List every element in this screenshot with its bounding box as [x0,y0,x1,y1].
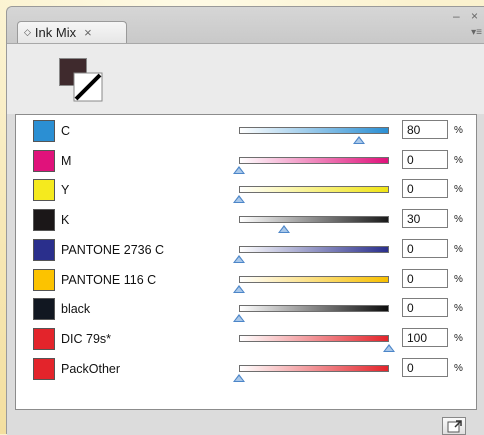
ink-row: Y 0% [16,176,476,205]
ink-row: PANTONE 2736 C 0% [16,236,476,265]
ink-slider-thumb[interactable] [233,284,245,293]
percent-label: % [454,154,463,166]
new-swatch-button[interactable] [442,417,466,435]
ink-slider-thumb[interactable] [233,195,245,204]
ink-slider-thumb[interactable] [233,314,245,323]
ink-swatch [33,298,55,321]
ink-swatch [33,268,55,291]
ink-row: PANTONE 116 C 0% [16,266,476,295]
ink-swatch [33,149,55,172]
ink-slider-track[interactable] [239,275,389,283]
ink-slider-track[interactable] [239,334,389,342]
ink-slider-thumb[interactable] [383,343,395,352]
ink-slider-track[interactable] [239,127,389,134]
ink-value-field[interactable]: 0 [402,149,448,169]
panel-menu-icon[interactable]: ▾≡ [471,27,482,38]
ink-name: PANTONE 2736 C [61,242,165,257]
ink-row: black 0% [16,295,476,324]
ink-value-field[interactable]: 0 [402,179,448,199]
ink-value-field[interactable]: 80 [402,120,448,139]
percent-label: % [454,125,463,136]
ink-row: DIC 79s* 100% [16,325,476,354]
percent-label: % [454,332,463,344]
ink-slider-thumb[interactable] [233,373,245,382]
ink-slider-track[interactable] [239,364,389,372]
panel-tab-bar: ◇ Ink Mix × – × ▾≡ [7,7,484,44]
ink-slider-thumb[interactable] [233,165,245,174]
tab-label: Ink Mix [34,25,77,40]
ink-slider-track[interactable] [239,186,389,194]
ink-name: DIC 79s* [61,331,112,346]
ink-row: C 80% [16,117,476,146]
ink-name: Y [61,183,70,198]
ink-value-field[interactable]: 100 [402,327,448,347]
ink-name: PackOther [61,361,121,376]
ink-name: M [61,153,72,168]
percent-label: % [454,303,463,315]
ink-value-field[interactable]: 0 [402,298,448,318]
collapse-diamond-icon[interactable]: ◇ [24,27,31,38]
ink-name: K [61,213,70,228]
ink-row: M 0% [16,147,476,176]
ink-swatch [33,209,55,232]
ink-value-field[interactable]: 0 [402,357,448,377]
ink-value-field[interactable]: 0 [402,238,448,258]
percent-label: % [454,184,463,196]
ink-slider-track[interactable] [239,156,389,164]
ink-list: C 80% M 0% Y 0% K 30% PANTONE 2736 C 0% PANTONE 11… [15,114,477,410]
ink-slider-track[interactable] [239,245,389,253]
ink-row: PackOther 0% [16,355,476,384]
ink-name: PANTONE 116 C [61,272,157,287]
ink-swatch [33,327,55,350]
ink-slider-track[interactable] [239,216,389,224]
new-swatch-icon [447,420,462,433]
stroke-none-icon[interactable] [73,72,103,102]
ink-slider-thumb[interactable] [353,136,365,144]
ink-name: C [61,124,71,138]
ink-mix-panel: ◇ Ink Mix × – × ▾≡ C 80% M 0% Y 0% K 30% PANTONE… [6,6,484,435]
ink-value-field[interactable]: 30 [402,209,448,229]
window-controls[interactable]: – × [453,9,482,23]
ink-row: K 30% [16,206,476,235]
ink-slider-thumb[interactable] [233,254,245,263]
ink-swatch [33,238,55,261]
percent-label: % [454,214,463,226]
tab-ink-mix[interactable]: ◇ Ink Mix × [17,21,127,43]
ink-swatch [33,120,55,142]
fill-stroke-area [7,44,484,114]
percent-label: % [454,273,463,285]
ink-swatch [33,357,55,380]
ink-swatch [33,179,55,202]
ink-name: black [61,302,91,317]
ink-value-field[interactable]: 0 [402,268,448,288]
ink-slider-track[interactable] [239,305,389,313]
panel-footer [7,411,484,435]
ink-slider-thumb[interactable] [278,225,290,234]
tab-close-icon[interactable]: × [84,25,92,40]
percent-label: % [454,243,463,255]
percent-label: % [454,362,463,374]
